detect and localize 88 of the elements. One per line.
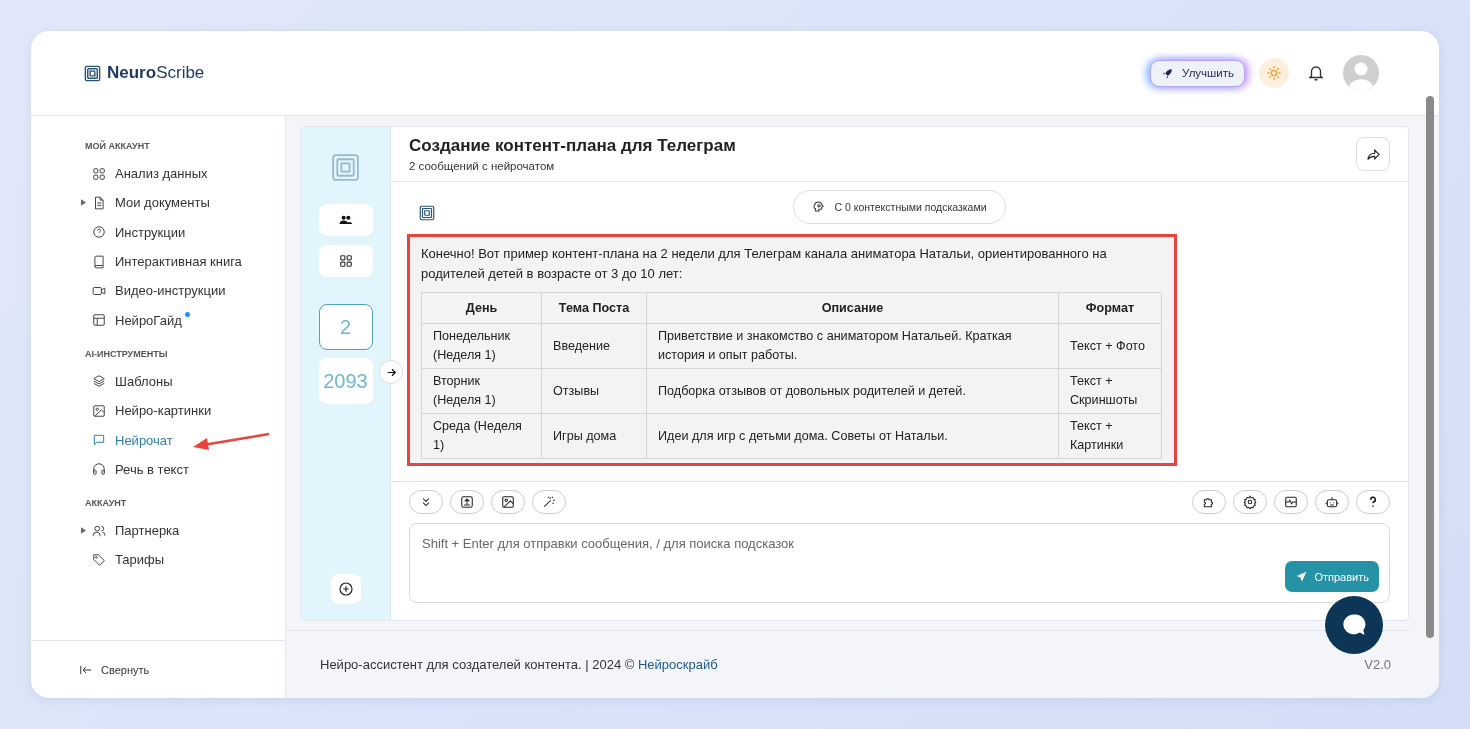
table-cell: Отзывы	[541, 368, 647, 414]
robot-icon	[1325, 495, 1339, 509]
column-header: Описание	[646, 292, 1059, 324]
column-header: Формат	[1058, 292, 1162, 324]
chat-support-button[interactable]	[1325, 596, 1383, 654]
image-icon	[92, 403, 106, 418]
sidebar-item[interactable]: Видео-инструкции	[85, 276, 285, 306]
image-icon	[501, 495, 515, 509]
headphones-icon	[92, 462, 106, 477]
table-cell: Текст + Картинки	[1058, 413, 1162, 459]
users-button[interactable]	[318, 204, 373, 236]
share-icon	[1365, 146, 1381, 162]
gear-icon	[1243, 495, 1257, 509]
tag-icon	[92, 552, 106, 567]
share-button[interactable]	[1356, 137, 1390, 171]
sidebar-item[interactable]: Тарифы	[85, 545, 285, 575]
table-cell: Среда (Неделя 1)	[421, 413, 542, 459]
message-text: Конечно! Вот пример контент-плана на 2 недели для Телеграм канала аниматора Натальи, ориентированного на родителей детей в возрасте от 3 до 10 лет:	[421, 245, 1108, 283]
send-button[interactable]: Отправить	[1285, 561, 1379, 592]
table-cell: Приветствие и знакомство с аниматором Натальей. Краткая история и опыт работы.	[646, 323, 1059, 369]
table-cell: Введение	[541, 323, 647, 369]
layout-icon	[92, 313, 106, 328]
table-cell: Игры дома	[541, 413, 647, 459]
help-button[interactable]	[1356, 490, 1390, 514]
chat-bubble-icon	[92, 433, 106, 447]
table-cell: Текст + Скриншоты	[1058, 368, 1162, 414]
help-icon	[92, 225, 106, 240]
chat-title: Создание контент-плана для Телеграм	[409, 136, 736, 156]
brain-icon	[812, 200, 827, 214]
wand-icon	[542, 495, 556, 509]
logo-icon	[329, 151, 362, 184]
scroll-down-button[interactable]	[409, 490, 443, 514]
table-cell: Подборка отзывов от довольных родителей и детей.	[646, 368, 1059, 414]
apps-button[interactable]	[318, 245, 373, 277]
section-heading: AI-ИНСТРУМЕНТЫ	[85, 348, 169, 359]
plus-circle-icon	[337, 581, 354, 597]
notification-bell-icon[interactable]	[1307, 64, 1325, 82]
upload-button[interactable]	[450, 490, 484, 514]
footer-link[interactable]: Нейроскрайб	[637, 657, 718, 672]
grid-icon	[92, 166, 106, 181]
sidebar-item[interactable]: Нейрочат	[85, 425, 285, 455]
book-icon	[92, 254, 106, 269]
users-icon	[338, 213, 353, 227]
sun-icon	[1266, 65, 1282, 81]
users-icon	[92, 523, 106, 538]
context-hints-button[interactable]: С 0 контекстными подсказками	[793, 190, 1006, 224]
table-cell: Текст + Фото	[1058, 323, 1162, 369]
plugin-button[interactable]	[1192, 490, 1226, 514]
sidebar-item[interactable]: Анализ данных	[85, 159, 285, 189]
upload-icon	[460, 495, 474, 509]
image-button[interactable]	[491, 490, 525, 514]
section-heading: МОЙ АККАУНТ	[85, 141, 151, 151]
upgrade-button[interactable]: Улучшить	[1150, 59, 1245, 87]
chat-subtitle: 2 сообщений с нейрочатом	[409, 160, 556, 172]
panel-button[interactable]	[1274, 490, 1308, 514]
message-input-field[interactable]: Shift + Enter для отправки сообщения, / для поиска подсказок Отправить	[409, 523, 1390, 603]
robot-button[interactable]	[1315, 490, 1349, 514]
section-heading: АККАУНТ	[85, 497, 128, 508]
sidebar-item[interactable]: Мои документы	[85, 188, 285, 218]
column-header: День	[421, 292, 542, 324]
collapse-button[interactable]: Свернуть	[31, 641, 285, 698]
sidebar-item[interactable]: Шаблоны	[85, 366, 285, 397]
settings-button[interactable]	[1233, 490, 1267, 514]
brand-name: NeuroScribe	[107, 63, 205, 83]
panel-icon	[1284, 495, 1298, 509]
add-button[interactable]	[330, 574, 361, 604]
layers-icon	[92, 374, 106, 389]
table-cell: Понедельник (Неделя 1)	[421, 323, 542, 369]
table-cell: Идеи для игр с детьми дома. Советы от Натальи.	[646, 413, 1059, 459]
column-header: Тема Поста	[541, 292, 647, 324]
logo-icon	[418, 204, 436, 222]
sidebar-item[interactable]: Партнерка	[85, 515, 285, 546]
expand-arrow-button[interactable]	[379, 360, 403, 384]
sidebar-item[interactable]: Интерактивная книга	[85, 246, 285, 277]
sidebar-item[interactable]: Речь в текст	[85, 454, 285, 484]
logo-icon	[83, 63, 102, 83]
theme-toggle-button[interactable]	[1259, 58, 1289, 88]
sidebar-item[interactable]: Нейро-картинки	[85, 396, 285, 426]
document-icon	[92, 195, 106, 210]
send-icon	[1295, 570, 1309, 583]
sidebar-item[interactable]: Инструкции	[85, 217, 285, 247]
version-label: V2.0	[1364, 657, 1391, 672]
footer-text: Нейро-ассистент для создателей контента. | 2024 © Нейроскрайб	[320, 657, 718, 672]
sidebar-item[interactable]: НейроГайд	[85, 305, 285, 335]
rocket-icon	[1161, 66, 1175, 80]
grid-icon	[338, 254, 353, 268]
table-cell: Вторник (Неделя 1)	[421, 368, 542, 414]
puzzle-icon	[1202, 495, 1216, 509]
